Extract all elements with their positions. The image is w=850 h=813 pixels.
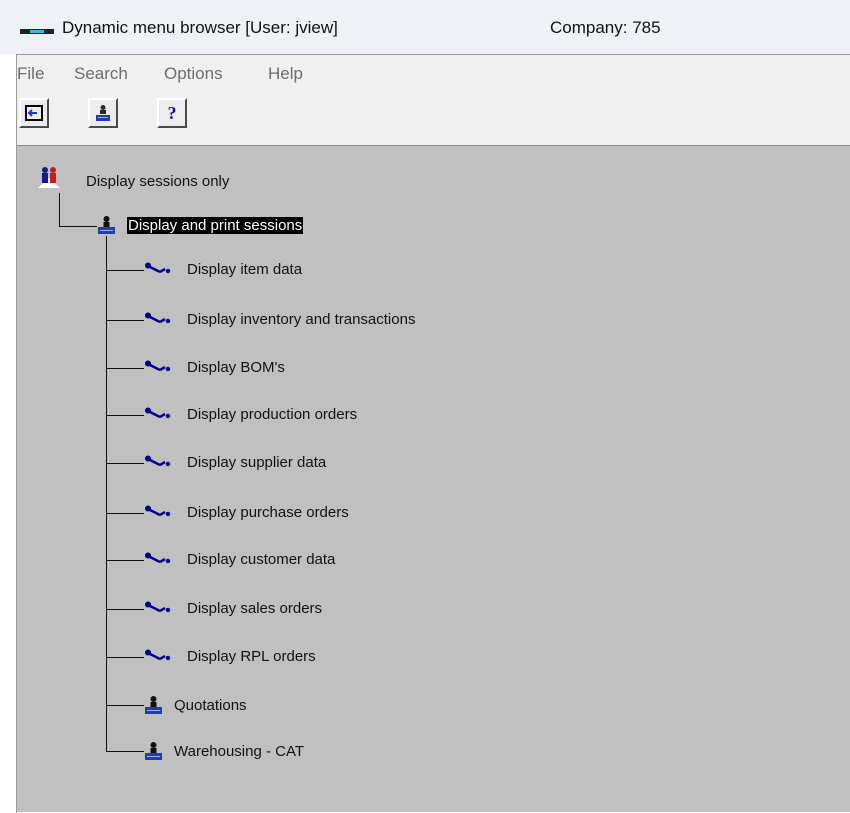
help-button[interactable]: ? [157, 98, 187, 128]
session-key-icon [145, 262, 171, 274]
session-key-icon [145, 455, 171, 467]
menu-help[interactable]: Help [268, 64, 303, 84]
tree-line [106, 657, 144, 658]
title-bar: Dynamic menu browser [User: jview] Compa… [0, 0, 850, 54]
tree-line [106, 463, 144, 464]
users-group-icon [38, 167, 60, 188]
tree-item-label: Display inventory and transactions [187, 311, 416, 328]
tree-line [106, 236, 107, 751]
menu-options[interactable]: Options [164, 64, 223, 84]
session-key-icon [145, 552, 171, 564]
tree-line [59, 193, 60, 227]
session-key-icon [145, 360, 171, 372]
session-key-icon [145, 312, 171, 324]
tree-line [106, 368, 144, 369]
session-key-icon [145, 407, 171, 419]
tree-item-label: Display purchase orders [187, 504, 349, 521]
tree-item-label: Warehousing - CAT [174, 743, 305, 760]
session-button[interactable] [88, 98, 118, 128]
tree-selected-node-label[interactable]: Display and print sessions [127, 217, 304, 234]
tree-item-label: Display customer data [187, 551, 336, 568]
tree-line [59, 226, 97, 227]
person-session-icon [96, 105, 110, 121]
app-icon [20, 29, 54, 34]
person-session-icon [98, 216, 115, 234]
tree-line [106, 751, 144, 752]
menu-search[interactable]: Search [74, 64, 128, 84]
tree-item-label: Display RPL orders [187, 648, 316, 665]
window-title: Dynamic menu browser [User: jview] [62, 18, 338, 37]
tree-view[interactable]: Display sessions only Display and print … [17, 146, 850, 812]
menu-bar: File Search Options Help [17, 55, 850, 93]
tree-item-label: Display item data [187, 261, 303, 278]
menu-file[interactable]: File [17, 64, 44, 84]
toolbar: ? [17, 93, 850, 146]
tree-item-label: Display production orders [187, 406, 358, 423]
exit-button[interactable] [19, 98, 49, 128]
company-label: Company: 785 [550, 18, 661, 37]
tree-item-label: Quotations [174, 697, 247, 714]
session-key-icon [145, 601, 171, 613]
help-icon: ? [167, 102, 177, 123]
tree-line [106, 320, 144, 321]
tree-root-label[interactable]: Display sessions only [86, 173, 229, 190]
tree-item-label: Display sales orders [187, 600, 323, 617]
session-key-icon [145, 649, 171, 661]
tree-line [106, 560, 144, 561]
tree-item-label: Display BOM's [187, 359, 285, 376]
tree-line [106, 415, 144, 416]
tree-line [106, 609, 144, 610]
tree-line [106, 513, 144, 514]
session-key-icon [145, 505, 171, 517]
person-session-icon [145, 696, 162, 714]
exit-arrow-icon [25, 105, 43, 121]
tree-line [106, 705, 144, 706]
person-session-icon [145, 742, 162, 760]
tree-line [106, 270, 144, 271]
tree-item-label: Display supplier data [187, 454, 327, 471]
